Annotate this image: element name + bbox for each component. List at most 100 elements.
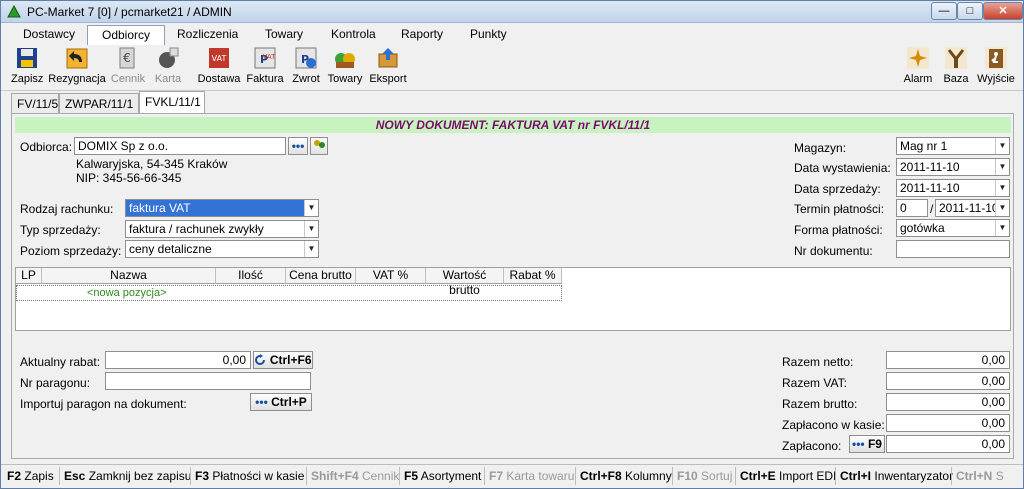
- issue-date-field[interactable]: 2011-11-10 ▼: [896, 158, 1010, 176]
- app-window: PC-Market 7 [0] / pcmarket21 / ADMIN — □…: [0, 0, 1024, 489]
- doc-number-field[interactable]: [896, 240, 1010, 258]
- window-title: PC-Market 7 [0] / pcmarket21 / ADMIN: [27, 5, 232, 19]
- goods-button[interactable]: Towary: [326, 45, 364, 85]
- maximize-button[interactable]: □: [957, 2, 983, 20]
- export-button[interactable]: Eksport: [368, 45, 408, 85]
- svg-text:VAT: VAT: [263, 53, 277, 61]
- chevron-down-icon[interactable]: ▼: [304, 200, 318, 216]
- tab-zwpar-11-1[interactable]: ZWPAR/11/1: [59, 93, 139, 113]
- import-receipt-label: Importuj paragon na dokument:: [20, 397, 187, 411]
- apple-card-icon: [159, 47, 179, 68]
- bill-type-select[interactable]: faktura VAT ▼: [125, 199, 319, 217]
- menu-odbiorcy[interactable]: Odbiorcy: [87, 25, 166, 45]
- discount-button[interactable]: Ctrl+F6: [253, 351, 313, 369]
- column-lp[interactable]: LP: [16, 268, 42, 284]
- chevron-down-icon[interactable]: ▼: [995, 220, 1009, 236]
- save-button[interactable]: Zapisz: [11, 45, 43, 85]
- tab-fvkl-11-1[interactable]: FVKL/11/1: [139, 91, 205, 113]
- customer-card-button[interactable]: [310, 137, 328, 155]
- items-grid[interactable]: LP Nazwa Ilość Cena brutto VAT % Wartość…: [15, 267, 1011, 331]
- tab-fv-11-5[interactable]: FV/11/5: [11, 93, 59, 113]
- shortcut-f3[interactable]: F3 Płatności w kasie: [195, 469, 304, 483]
- shortcut-ctrl-e[interactable]: Ctrl+E Import EDI: [740, 469, 836, 483]
- chevron-down-icon[interactable]: ▼: [995, 159, 1009, 175]
- sale-level-label: Poziom sprzedaży:: [20, 244, 122, 258]
- status-separator: [575, 467, 576, 485]
- shortcut-ctrl-n[interactable]: Ctrl+N S: [956, 469, 1004, 483]
- exit-door-icon: [985, 47, 1007, 69]
- toolbar: Zapisz Rezygnacja € Cennik Karta VAT Dos…: [1, 43, 1023, 91]
- net-total-label: Razem netto:: [782, 355, 854, 369]
- column-name[interactable]: Nazwa: [42, 268, 216, 284]
- menu-dostawcy[interactable]: Dostawcy: [23, 27, 75, 41]
- column-gross-price[interactable]: Cena brutto: [286, 268, 356, 284]
- sale-type-label: Typ sprzedaży:: [20, 223, 101, 237]
- customer-browse-button[interactable]: •••: [288, 137, 308, 155]
- discount-field[interactable]: 0,00: [105, 351, 251, 369]
- paid-label: Zapłacono:: [782, 439, 842, 453]
- status-separator: [735, 467, 736, 485]
- customer-address: Kalwaryjska, 54-345 Kraków: [76, 157, 228, 171]
- menu-kontrola[interactable]: Kontrola: [331, 27, 376, 41]
- net-total-field: 0,00: [886, 351, 1010, 369]
- menu-towary[interactable]: Towary: [265, 27, 303, 41]
- price-list-button[interactable]: € Cennik: [110, 45, 146, 85]
- column-gross-value[interactable]: Wartość brutto: [426, 268, 504, 297]
- people-icon: [314, 140, 325, 148]
- sale-type-select[interactable]: faktura / rachunek zwykły ▼: [125, 220, 319, 238]
- alarm-button[interactable]: Alarm: [901, 45, 935, 85]
- exit-button[interactable]: Wyjście: [976, 45, 1016, 85]
- close-button[interactable]: ✕: [983, 2, 1023, 20]
- return-button[interactable]: P Zwrot: [290, 45, 322, 85]
- menu-punkty[interactable]: Punkty: [470, 27, 507, 41]
- status-separator: [59, 467, 60, 485]
- shortcut-ctrl-f8[interactable]: Ctrl+F8 Kolumny: [580, 469, 672, 483]
- chevron-down-icon[interactable]: ▼: [995, 200, 1009, 216]
- shortcut-f10[interactable]: F10 Sortuj: [677, 469, 732, 483]
- paid-field[interactable]: 0,00: [886, 435, 1010, 453]
- payment-date-field[interactable]: 2011-11-10 ▼: [935, 199, 1010, 217]
- invoice-button[interactable]: P VAT Faktura: [245, 45, 285, 85]
- refresh-icon: [255, 354, 266, 365]
- card-button[interactable]: Karta: [151, 45, 185, 85]
- delivery-button[interactable]: VAT Dostawa: [197, 45, 241, 85]
- receipt-field[interactable]: [105, 372, 311, 390]
- floppy-disk-icon: [17, 48, 37, 68]
- export-box-icon: [378, 48, 398, 68]
- chevron-down-icon[interactable]: ▼: [995, 138, 1009, 154]
- payment-form-label: Forma płatności:: [794, 223, 883, 237]
- menu-raporty[interactable]: Raporty: [401, 27, 443, 41]
- column-vat[interactable]: VAT %: [356, 268, 426, 284]
- database-button[interactable]: Baza: [941, 45, 971, 85]
- shortcut-ctrl-i[interactable]: Ctrl+I Inwentaryzator: [840, 469, 953, 483]
- chevron-down-icon[interactable]: ▼: [995, 180, 1009, 196]
- vat-document-icon: VAT: [209, 48, 229, 68]
- status-separator: [951, 467, 952, 485]
- menu-rozliczenia[interactable]: Rozliczenia: [177, 27, 238, 41]
- payment-form-select[interactable]: gotówka ▼: [896, 219, 1010, 237]
- customer-field[interactable]: DOMIX Sp z o.o.: [74, 137, 286, 155]
- sale-level-select[interactable]: ceny detaliczne ▼: [125, 240, 319, 258]
- column-quantity[interactable]: Ilość: [216, 268, 286, 284]
- cancel-button[interactable]: Rezygnacja: [48, 45, 106, 85]
- chevron-down-icon[interactable]: ▼: [304, 221, 318, 237]
- paid-button[interactable]: ••• F9: [849, 435, 885, 453]
- shortcut-shift-f4[interactable]: Shift+F4 Cennik: [311, 469, 399, 483]
- shortcut-esc[interactable]: Esc Zamknij bez zapisu: [64, 469, 191, 483]
- warehouse-select[interactable]: Mag nr 1 ▼: [896, 137, 1010, 155]
- payment-days-field[interactable]: 0: [896, 199, 928, 217]
- column-discount[interactable]: Rabat %: [504, 268, 562, 284]
- shortcut-f2[interactable]: F2 Zapis: [7, 469, 54, 483]
- import-receipt-button[interactable]: ••• Ctrl+P: [250, 393, 312, 411]
- sale-date-field[interactable]: 2011-11-10 ▼: [896, 179, 1010, 197]
- customer-nip: NIP: 345-56-66-345: [76, 171, 182, 185]
- chevron-down-icon[interactable]: ▼: [304, 241, 318, 257]
- new-position-row[interactable]: <nowa pozycja>: [87, 287, 167, 299]
- shortcut-f5[interactable]: F5 Asortyment: [404, 469, 481, 483]
- table-row[interactable]: <nowa pozycja>: [16, 285, 562, 301]
- app-logo-icon: [7, 5, 21, 18]
- minimize-button[interactable]: —: [931, 2, 957, 20]
- shortcut-f7[interactable]: F7 Karta towaru: [489, 469, 574, 483]
- status-bar: F2 Zapis Esc Zamknij bez zapisu F3 Płatn…: [1, 464, 1023, 488]
- menu-bar: Dostawcy Odbiorcy Rozliczenia Towary Kon…: [1, 25, 1023, 45]
